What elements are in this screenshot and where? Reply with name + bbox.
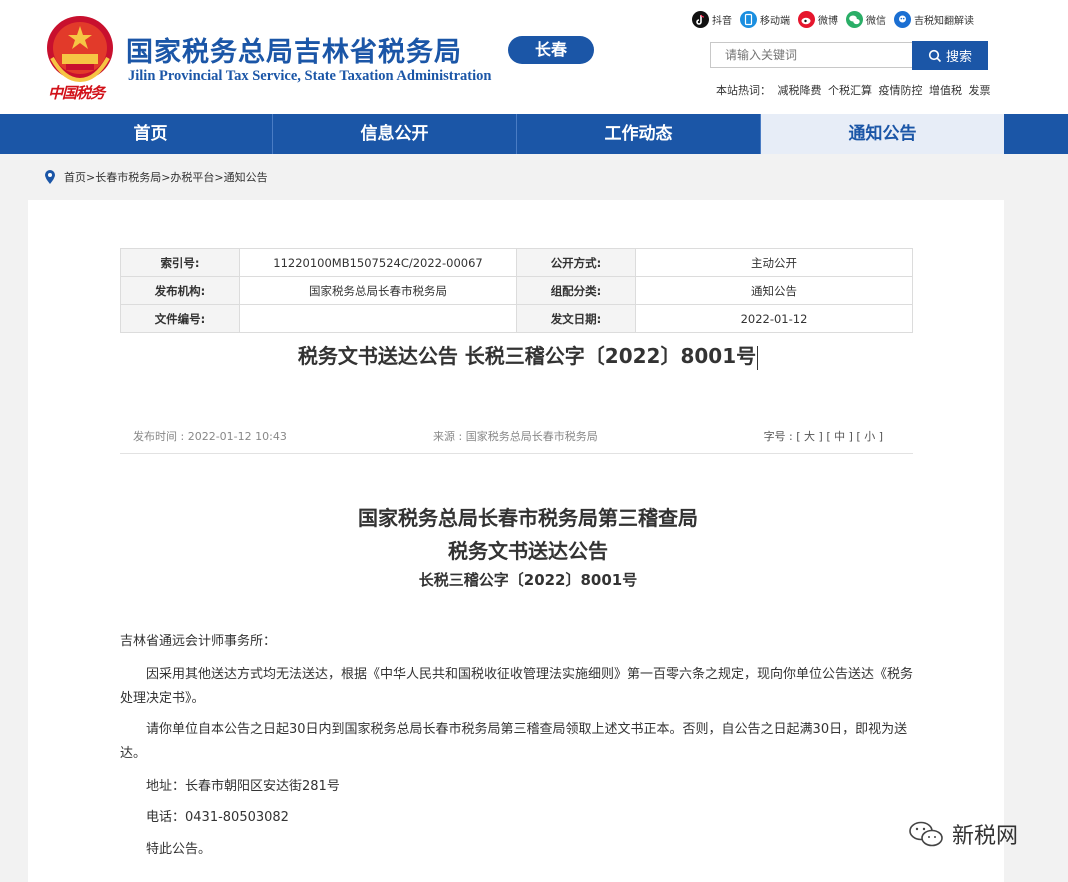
- article-source: 来源 : 国家税务总局长春市税务局: [433, 430, 598, 443]
- meta-key-index: 索引号:: [120, 248, 240, 277]
- document-title: 税务文书送达公告 长税三稽公字〔2022〕8001号: [28, 340, 1028, 370]
- meta-value-index: 11220100MB1507524C/2022-00067: [239, 248, 517, 277]
- main-nav: 首页 信息公开 工作动态 通知公告: [0, 114, 1068, 154]
- social-links: 抖音 移动端 微博 微信 吉税知翻解读: [692, 9, 982, 29]
- font-size-controls: 字号 : [ 大 ] [ 中 ] [ 小 ]: [764, 428, 883, 444]
- hot-word-link[interactable]: 发票: [969, 84, 991, 97]
- hot-word-link[interactable]: 个税汇算: [828, 84, 872, 97]
- content-panel: 索引号: 11220100MB1507524C/2022-00067 公开方式:…: [28, 200, 1004, 882]
- meta-key-date: 发文日期:: [516, 304, 636, 333]
- article-heading-docno: 长税三稽公字〔2022〕8001号: [418, 571, 638, 589]
- document-title-text: 税务文书送达公告 长税三稽公字〔2022〕8001号: [297, 344, 757, 368]
- font-size-small-button[interactable]: [ 小 ]: [856, 430, 883, 443]
- site-title[interactable]: 国家税务总局吉林省税务局: [126, 30, 462, 69]
- font-size-large-button[interactable]: [ 大 ]: [796, 430, 823, 443]
- table-row: 发布机构: 国家税务总局长春市税务局 组配分类: 通知公告: [120, 276, 913, 305]
- social-link-wechat[interactable]: 微信: [846, 10, 886, 28]
- divider: [120, 453, 913, 454]
- nav-item-info-disclosure[interactable]: 信息公开: [273, 114, 516, 154]
- font-size-label: 字号 :: [763, 430, 793, 443]
- tax-emblem-icon: [47, 16, 113, 83]
- search-button-label: 搜索: [945, 50, 972, 65]
- publish-time: 发布时间 : 2022-01-12 10:43: [133, 430, 287, 443]
- nav-item-home[interactable]: 首页: [29, 114, 272, 154]
- article-paragraph: 因采用其他送达方式均无法送达，根据《中华人民共和国税收征收管理法实施细则》第一百…: [120, 667, 914, 706]
- social-link-mobile[interactable]: 移动端: [740, 10, 790, 28]
- meta-value-date: 2022-01-12: [635, 304, 913, 333]
- hot-words-label: 本站热词：: [716, 84, 771, 97]
- hot-word-link[interactable]: 疫情防控: [879, 84, 923, 97]
- watermark: 新税网: [906, 818, 1018, 850]
- meta-key-org: 发布机构:: [120, 276, 240, 305]
- watermark-text: 新税网: [952, 824, 1019, 849]
- meta-key-docno: 文件编号:: [120, 304, 240, 333]
- hot-words: 本站热词： 减税降费 个税汇算 疫情防控 增值税 发票: [716, 82, 994, 98]
- social-link-jishui[interactable]: 吉税知翻解读: [894, 10, 974, 28]
- meta-value-category: 通知公告: [635, 276, 913, 305]
- site-title-english: Jilin Provincial Tax Service, State Taxa…: [128, 68, 492, 84]
- meta-value-org: 国家税务总局长春市税务局: [239, 276, 517, 305]
- social-label: 微博: [818, 15, 838, 27]
- meta-key-public: 公开方式:: [516, 248, 636, 277]
- nav-item-work-news[interactable]: 工作动态: [517, 114, 760, 154]
- location-pin-icon: [45, 170, 55, 184]
- bot-icon: [894, 10, 911, 28]
- social-link-douyin[interactable]: 抖音: [692, 10, 732, 28]
- article-info-bar: 发布时间 : 2022-01-12 10:43 来源 : 国家税务总局长春市税务…: [133, 428, 883, 444]
- city-badge[interactable]: 长春: [508, 36, 594, 64]
- weibo-icon: [798, 10, 815, 28]
- search-button[interactable]: 搜索: [912, 41, 988, 70]
- article-closing: 特此公告。: [146, 842, 212, 857]
- article-addressee: 吉林省通远会计师事务所：: [120, 634, 277, 649]
- site-header: 中国税务 国家税务总局吉林省税务局 Jilin Provincial Tax S…: [0, 0, 1068, 114]
- search-icon: [928, 49, 942, 62]
- wechat-watermark-icon: [909, 821, 943, 847]
- article-heading-org: 国家税务总局长春市税务局第三稽查局: [358, 506, 698, 530]
- social-label: 抖音: [712, 15, 732, 27]
- search-input[interactable]: [710, 42, 912, 68]
- meta-key-category: 组配分类:: [516, 276, 636, 305]
- font-size-medium-button[interactable]: [ 中 ]: [826, 430, 853, 443]
- douyin-icon: [692, 10, 709, 28]
- hot-word-link[interactable]: 减税降费: [778, 84, 822, 97]
- article-phone: 电话：0431-80503082: [146, 810, 289, 825]
- article-heading-title: 税务文书送达公告: [448, 539, 608, 563]
- china-tax-seal-text: 中国税务: [48, 84, 105, 102]
- mobile-icon: [740, 10, 757, 28]
- breadcrumb: 首页>长春市税务局>办税平台>通知公告: [44, 169, 268, 185]
- meta-value-docno: [239, 304, 517, 333]
- social-label: 吉税知翻解读: [914, 15, 974, 27]
- article-address: 地址：长春市朝阳区安达街281号: [146, 779, 340, 794]
- table-row: 索引号: 11220100MB1507524C/2022-00067 公开方式:…: [120, 248, 913, 277]
- text-cursor: [757, 345, 759, 370]
- social-label: 移动端: [760, 15, 790, 27]
- hot-word-link[interactable]: 增值税: [929, 84, 962, 97]
- social-label: 微信: [866, 15, 886, 27]
- document-meta-table: 索引号: 11220100MB1507524C/2022-00067 公开方式:…: [120, 248, 913, 333]
- nav-item-notices[interactable]: 通知公告: [761, 114, 1004, 154]
- meta-value-public: 主动公开: [635, 248, 913, 277]
- wechat-icon: [846, 10, 863, 28]
- social-link-weibo[interactable]: 微博: [798, 10, 838, 28]
- table-row: 文件编号: 发文日期: 2022-01-12: [120, 304, 913, 333]
- article-paragraph: 请你单位自本公告之日起30日内到国家税务总局长春市税务局第三稽查局领取上述文书正…: [120, 722, 908, 761]
- breadcrumb-path[interactable]: 首页>长春市税务局>办税平台>通知公告: [64, 169, 268, 185]
